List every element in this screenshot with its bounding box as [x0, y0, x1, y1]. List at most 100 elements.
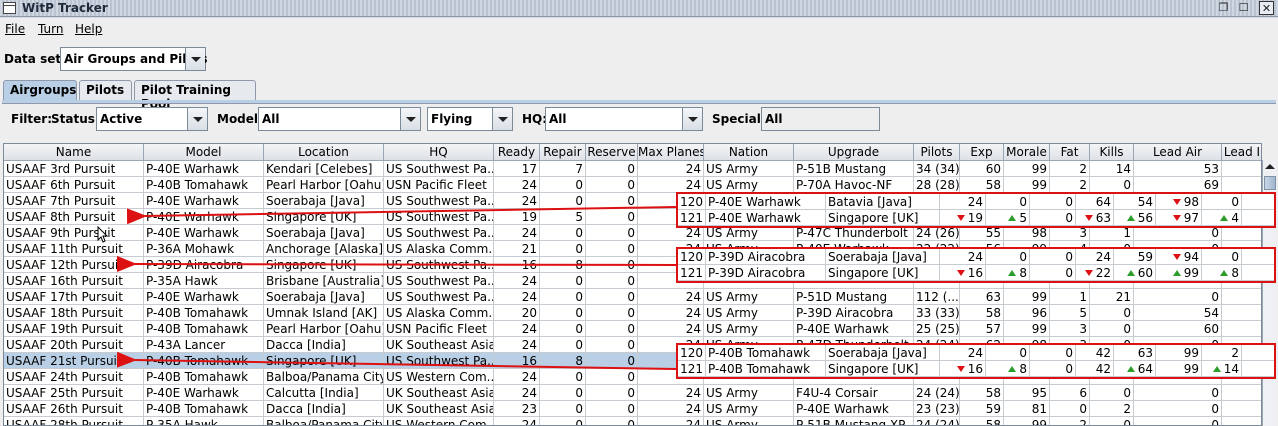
column-header[interactable]: Nation	[704, 144, 794, 161]
table-cell: 24	[638, 417, 704, 425]
table-cell: 0	[540, 305, 586, 321]
table-cell: 60	[1134, 321, 1222, 337]
comparison-cell: 94	[1156, 249, 1202, 265]
table-cell: Soerabaja [Java]	[264, 193, 384, 209]
airgroups-table: Name Model Location HQ Ready Repair Reserve Max…	[3, 143, 1262, 426]
comparison-cell: P-39D Airacobra	[706, 249, 826, 265]
table-cell: 21	[1090, 289, 1134, 305]
column-header[interactable]: Morale	[1004, 144, 1050, 161]
table-cell: 24	[494, 177, 540, 193]
table-row[interactable]: USAAF 26th Pursuit P-40B Tomahawk Dacca [I…	[4, 401, 1261, 417]
table-cell: 2	[1050, 177, 1090, 193]
special-input[interactable]: All	[761, 107, 880, 131]
scroll-thumb[interactable]	[1264, 176, 1276, 190]
table-cell: 23	[494, 401, 540, 417]
column-header[interactable]: HQ	[384, 144, 494, 161]
table-cell: USN Pacific Fleet	[384, 177, 494, 193]
table-cell: 0	[540, 193, 586, 209]
column-header[interactable]: Max Planes	[638, 144, 704, 161]
tab-pilots[interactable]: Pilots	[79, 80, 132, 100]
column-header[interactable]: Repair	[540, 144, 586, 161]
chevron-down-icon[interactable]	[682, 108, 702, 130]
column-header[interactable]: Exp	[960, 144, 1004, 161]
table-row[interactable]: USAAF 17th Pursuit P-40E Warhawk Soerabaja…	[4, 289, 1261, 305]
comparison-cell: 16	[940, 265, 986, 281]
table-cell: P-40E Warhawk	[144, 385, 264, 401]
comparison-cell: 24	[940, 194, 986, 210]
filter-label: Filter:	[11, 112, 53, 126]
hq-select[interactable]: All	[545, 107, 703, 131]
tab-pilot-training-pool[interactable]: Pilot Training Pool	[134, 80, 256, 111]
table-row[interactable]: USAAF 3rd Pursuit P-40E Warhawk Kendari [C…	[4, 161, 1261, 177]
column-header[interactable]: Location	[264, 144, 384, 161]
maximize-icon[interactable]: ☐	[1236, 1, 1251, 15]
table-cell: US Alaska Comm...	[386, 305, 494, 321]
table-cell: UK Southeast Asia	[386, 385, 494, 401]
menu-turn[interactable]: Turn	[38, 22, 63, 36]
comparison-cell: 59	[1114, 249, 1156, 265]
column-header[interactable]: Kills	[1090, 144, 1134, 161]
table-cell: 8	[540, 353, 586, 369]
table-cell: US Alaska Comm...	[386, 241, 494, 257]
table-cell	[1222, 177, 1261, 193]
column-header[interactable]: Pilots	[914, 144, 960, 161]
column-header[interactable]: Fat	[1050, 144, 1090, 161]
comparison-cell: 120	[678, 345, 706, 361]
table-cell: USAAF 17th Pursuit	[4, 289, 144, 305]
scroll-up-icon[interactable]	[1264, 161, 1276, 173]
comparison-cell: 99	[1156, 265, 1202, 281]
comparison-cell: Soerabaja [Java]	[826, 249, 940, 265]
chevron-down-icon[interactable]	[185, 48, 205, 70]
table-cell: Kendari [Celebes]	[264, 161, 384, 177]
chevron-down-icon[interactable]	[187, 108, 207, 130]
table-cell: Brisbane [Australia]	[266, 273, 384, 289]
model-select[interactable]: All	[258, 107, 421, 131]
close-icon[interactable]: ✕	[1259, 1, 1274, 15]
comparison-cell: 8	[1202, 265, 1242, 281]
chevron-down-icon[interactable]	[400, 108, 420, 130]
column-header[interactable]: Model	[144, 144, 264, 161]
menu-file[interactable]: File	[5, 22, 25, 36]
table-row[interactable]: USAAF 25th Pursuit P-40E Warhawk Calcutta …	[4, 385, 1261, 401]
column-header[interactable]: Name	[4, 144, 144, 161]
comparison-cell: 0	[1030, 265, 1076, 281]
column-header[interactable]: Lead I	[1222, 144, 1261, 161]
comparison-cell: 120	[678, 194, 706, 210]
status-select[interactable]: Active	[96, 107, 208, 131]
table-cell: P-51B Mustang	[794, 161, 914, 177]
column-header[interactable]: Reserve	[586, 144, 638, 161]
table-cell: P-35A Hawk	[144, 273, 264, 289]
comparison-cell: 0	[1030, 194, 1076, 210]
table-cell: US Southwest Pa...	[386, 193, 494, 209]
table-cell: 0	[540, 369, 586, 385]
table-cell: 7	[540, 161, 586, 177]
table-cell: 81	[1004, 401, 1050, 417]
column-header[interactable]: Lead Air	[1134, 144, 1222, 161]
comparison-cell: 121	[678, 361, 706, 377]
table-cell: Balboa/Panama City	[266, 369, 384, 385]
table-row[interactable]: USAAF 19th Pursuit P-40B Tomahawk Pearl Ha…	[4, 321, 1261, 337]
column-header[interactable]: Ready	[494, 144, 540, 161]
table-row[interactable]: USAAF 28th Pursuit P-35A Hawk Balboa/Panam…	[4, 417, 1261, 425]
flying-select[interactable]: Flying	[427, 107, 513, 131]
tab-airgroups[interactable]: Airgroups	[3, 80, 77, 100]
table-cell: USAAF 7th Pursuit	[4, 193, 144, 209]
table-row[interactable]: USAAF 6th Pursuit P-40B Tomahawk Pearl Har…	[4, 177, 1261, 193]
column-header[interactable]: Upgrade	[794, 144, 914, 161]
menu-help[interactable]: Help	[75, 22, 102, 36]
table-cell: US Army	[704, 177, 794, 193]
table-cell: 53	[1134, 161, 1222, 177]
comparison-cell: 121	[678, 210, 706, 226]
table-cell: 0	[586, 337, 638, 353]
table-cell: Soerabaja [Java]	[264, 289, 384, 305]
dataset-select[interactable]: Air Groups and Pilots	[60, 47, 208, 71]
table-row[interactable]: USAAF 18th Pursuit P-40B Tomahawk Umnak Is…	[4, 305, 1261, 321]
comparison-cell: 22	[1076, 265, 1114, 281]
restore-icon[interactable]: ❐	[1216, 1, 1231, 15]
table-cell	[1222, 417, 1261, 425]
chevron-down-icon[interactable]	[492, 108, 512, 130]
table-cell: 69	[1134, 177, 1222, 193]
table-cell: 20	[494, 305, 540, 321]
special-label: Special:	[712, 112, 766, 126]
comparison-cell: 0	[1202, 194, 1242, 210]
